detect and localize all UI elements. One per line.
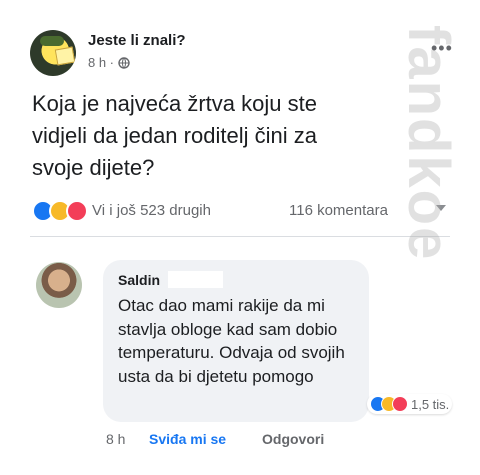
watermark-text: fandkoe [404,25,461,262]
avatar-book-shape [54,46,76,66]
post-text: Koja je najveća žrtva koju ste vidjeli d… [32,91,317,180]
post-reactions[interactable] [32,200,88,222]
comment-author[interactable]: Saldin [118,272,160,288]
commenter-avatar[interactable] [36,262,82,308]
comments-count[interactable]: 116 komentara [289,202,388,219]
reply-button[interactable]: Odgovori [262,431,324,447]
redacted-name-block [168,271,223,288]
reactions-summary[interactable]: Vi i još 523 drugih [92,202,211,219]
avatar-hat-shape [40,36,64,46]
post-meta: 8 h · [88,55,130,70]
page-avatar[interactable] [30,30,76,76]
comment-time[interactable]: 8 h [106,431,125,447]
like-button[interactable]: Sviđa mi se [149,431,226,447]
post-time[interactable]: 8 h · [88,55,114,70]
page-name[interactable]: Jeste li znali? [88,32,186,49]
watermark: fandkoe [404,25,479,455]
globe-icon [118,56,130,69]
divider [30,236,450,237]
comment-text: Otac dao mami rakije da mi stavlja oblog… [118,296,345,386]
love-reaction-icon [66,200,88,222]
